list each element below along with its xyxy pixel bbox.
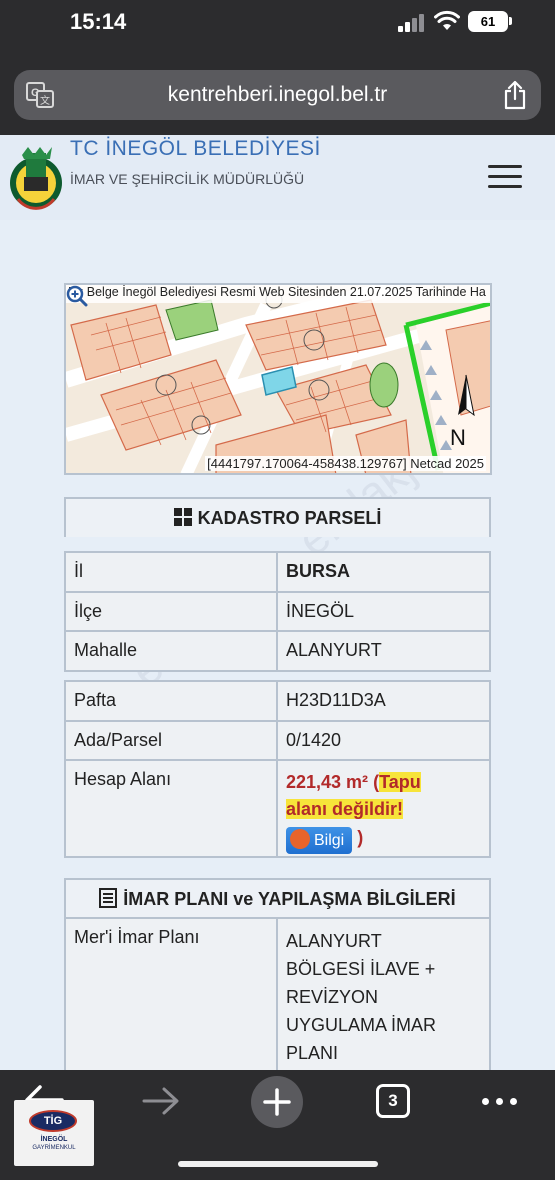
row-value: ALANYURT BÖLGESİ İLAVE + REVİZYON UYGULA… <box>276 917 491 1070</box>
row-label: Mer'i İmar Planı <box>64 917 278 1070</box>
row-value: H23D11D3A <box>276 680 491 722</box>
agency-logo: TİG <box>29 1110 77 1132</box>
url-text: kentrehberi.inegol.bel.tr <box>167 83 388 106</box>
row-value: İNEGÖL <box>276 591 491 632</box>
municipality-logo[interactable] <box>8 143 64 213</box>
area-value: 221,43 m² (Tapu alanı değildir! <box>286 769 481 823</box>
row-value: BURSA <box>276 551 491 593</box>
kadastro-table-location: İl BURSA İlçe İNEGÖL Mahalle ALANYURT <box>64 551 491 672</box>
map-canvas: N <box>66 285 490 473</box>
map-caption: Bu Belge İnegöl Belediyesi Resmi Web Sit… <box>66 285 490 303</box>
status-bar: 15:14 61 <box>0 0 555 50</box>
battery-indicator: 61 <box>468 11 508 32</box>
grid-icon <box>173 508 192 526</box>
magnifier-plus-icon[interactable] <box>66 285 88 307</box>
plus-icon <box>263 1088 291 1116</box>
site-title[interactable]: TC İNEGÖL BELEDİYESİ <box>70 137 321 161</box>
table-row: İl BURSA <box>64 551 491 593</box>
browser-toolbar: 3 TİG İNEGÖL GAYRİMENKUL <box>0 1070 555 1180</box>
agency-name-line2: GAYRİMENKUL <box>32 1145 76 1151</box>
row-label: İl <box>64 551 278 593</box>
web-page: TC İNEGÖL BELEDİYESİ İMAR VE ŞEHİRCİLİK … <box>0 135 555 1070</box>
kadastro-section-title: KADASTRO PARSELİ <box>64 497 491 537</box>
address-bar[interactable]: G 文 kentrehberi.inegol.bel.tr <box>14 70 541 120</box>
table-row: Pafta H23D11D3A <box>64 680 491 722</box>
cellular-signal-icon <box>398 14 426 32</box>
imar-line: ALANYURT <box>286 931 382 951</box>
table-row: Mer'i İmar Planı ALANYURT BÖLGESİ İLAVE … <box>64 917 491 1070</box>
tabs-button[interactable]: 3 <box>376 1084 410 1118</box>
imar-line: UYGULAMA İMAR <box>286 1015 437 1035</box>
bilgi-button[interactable]: Bilgi <box>286 827 353 854</box>
close-paren: ) <box>352 827 364 848</box>
share-icon[interactable] <box>503 80 527 110</box>
browser-address-area: G 文 kentrehberi.inegol.bel.tr <box>0 50 555 135</box>
new-tab-button[interactable] <box>251 1076 303 1128</box>
arrow-right-icon[interactable] <box>140 1084 182 1118</box>
site-subtitle: İMAR VE ŞEHİRCİLİK MÜDÜRLÜĞÜ <box>70 171 305 187</box>
hamburger-menu-icon[interactable] <box>488 165 522 189</box>
table-row: İlçe İNEGÖL <box>64 591 491 632</box>
agency-name-line1: İNEGÖL <box>40 1136 68 1143</box>
imar-line: BÖLGESİ İLAVE + <box>286 959 436 979</box>
table-row: Hesap Alanı 221,43 m² (Tapu alanı değildi… <box>64 759 491 858</box>
area-number: 221,43 m² <box>286 772 369 792</box>
row-label: Hesap Alanı <box>64 759 278 858</box>
row-value: ALANYURT <box>276 630 491 672</box>
parcel-map[interactable]: N Bu Belge İnegöl Belediyesi Resmi Web S… <box>64 283 492 475</box>
clock: 15:14 <box>70 9 127 34</box>
wifi-icon <box>434 10 460 30</box>
imar-section-title: İMAR PLANI ve YAPILAŞMA BİLGİLERİ <box>64 878 491 919</box>
site-header: TC İNEGÖL BELEDİYESİ İMAR VE ŞEHİRCİLİK … <box>0 135 555 220</box>
imar-title-text: İMAR PLANI ve YAPILAŞMA BİLGİLERİ <box>123 889 456 909</box>
document-list-icon <box>99 888 118 908</box>
row-value: 0/1420 <box>276 720 491 761</box>
imar-line: PLANI <box>286 1043 339 1063</box>
row-label: Pafta <box>64 680 278 722</box>
row-label: Mahalle <box>64 630 278 672</box>
home-indicator <box>178 1161 378 1167</box>
agency-badge: TİG İNEGÖL GAYRİMENKUL <box>14 1100 94 1166</box>
row-label: İlçe <box>64 591 278 632</box>
table-row: Mahalle ALANYURT <box>64 630 491 672</box>
globe-icon <box>290 829 310 849</box>
tapu-warning-1: Tapu <box>379 772 421 792</box>
row-value: 221,43 m² (Tapu alanı değildir! Bilgi ) <box>276 759 491 858</box>
bilgi-label: Bilgi <box>314 832 345 849</box>
imar-table: Mer'i İmar Planı ALANYURT BÖLGESİ İLAVE … <box>64 917 491 1070</box>
map-coordinates: [4441797.170064-458438.129767] Netcad 20… <box>205 456 486 471</box>
row-label: Ada/Parsel <box>64 720 278 761</box>
ellipsis-icon[interactable] <box>482 1098 518 1106</box>
imar-line: REVİZYON <box>286 987 379 1007</box>
kadastro-title-text: KADASTRO PARSELİ <box>197 508 382 528</box>
kadastro-table-parcel: Pafta H23D11D3A Ada/Parsel 0/1420 Hesap Al… <box>64 680 491 858</box>
open-paren: ( <box>368 772 380 792</box>
svg-text:N: N <box>450 425 466 450</box>
battery-nub <box>509 17 512 25</box>
table-row: Ada/Parsel 0/1420 <box>64 720 491 761</box>
tapu-warning-2: alanı değildir! <box>286 799 404 819</box>
